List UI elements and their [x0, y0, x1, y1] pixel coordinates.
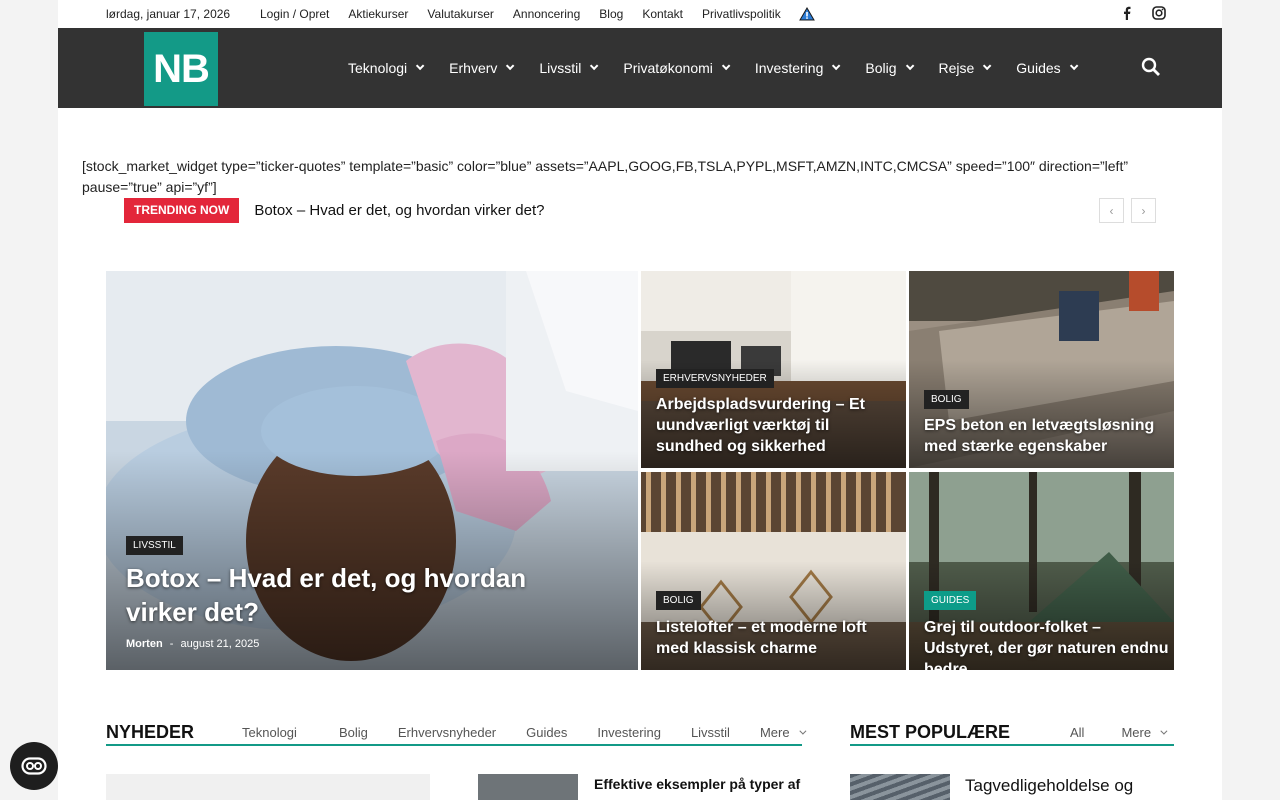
news-lead-image[interactable] [106, 774, 430, 800]
author-name[interactable]: Morten [126, 638, 163, 650]
facebook-icon[interactable] [1121, 6, 1133, 23]
trending-badge: TRENDING NOW [124, 198, 240, 223]
chevron-down-icon [905, 61, 914, 71]
news-heading: NYHEDER [106, 722, 195, 742]
featured-main-title[interactable]: Botox – Hvad er det, og hvordan virker d… [126, 561, 546, 629]
nav-erhverv[interactable]: Erhverv [449, 60, 515, 76]
news-more-dropdown[interactable]: Mere [759, 725, 807, 740]
tab-teknologi[interactable]: Teknologi [242, 725, 297, 740]
featured-tile-title[interactable]: EPS beton en letvægtsløsning med stærke … [924, 415, 1164, 457]
trending-next-button[interactable]: › [1131, 198, 1156, 223]
chevron-down-icon [983, 61, 992, 71]
tab-all[interactable]: All [1070, 725, 1084, 740]
meta-separator: - [169, 638, 174, 650]
article-meta: Morten - august 21, 2025 [126, 638, 259, 650]
featured-tile-4[interactable]: GUIDES Grej til outdoor-folket – Udstyre… [909, 472, 1174, 670]
category-badge[interactable]: LIVSSTIL [126, 536, 183, 555]
chevron-down-icon [506, 61, 515, 71]
nav-guides[interactable]: Guides [1016, 60, 1079, 76]
chevron-down-icon [1160, 727, 1168, 735]
nav-privatokonomi[interactable]: Privatøkonomi [623, 60, 731, 76]
kontakt-link[interactable]: Kontakt [642, 7, 683, 21]
site-logo[interactable]: NB [144, 32, 218, 106]
nav-label: Teknologi [348, 60, 408, 76]
login-link[interactable]: Login / Opret [260, 7, 329, 21]
featured-tile-3[interactable]: BOLIG Listelofter – et moderne loft med … [641, 472, 906, 670]
news-item-title[interactable]: Effektive eksempler på typer af [594, 776, 800, 792]
aktiekurser-link[interactable]: Aktiekurser [348, 7, 408, 21]
accessibility-icon [21, 757, 47, 775]
popular-item-title[interactable]: Tagvedligeholdelse og [965, 776, 1133, 796]
popular-section-header: MEST POPULÆRE All Mere [850, 722, 1174, 746]
popular-tabs: All Mere [1070, 725, 1168, 740]
chevron-down-icon [590, 61, 599, 71]
featured-tile-title[interactable]: Arbejdspladsvurdering – Et uundværligt v… [656, 394, 896, 457]
nav-label: Bolig [865, 60, 897, 76]
tab-investering[interactable]: Investering [597, 725, 661, 740]
current-date: lørdag, januar 17, 2026 [106, 7, 231, 21]
category-badge[interactable]: BOLIG [924, 390, 969, 409]
page: lørdag, januar 17, 2026 Login / Opret Ak… [58, 0, 1222, 800]
search-icon[interactable] [1140, 56, 1162, 78]
featured-tile-2[interactable]: BOLIG EPS beton en letvægtsløsning med s… [909, 271, 1174, 468]
tab-livsstil[interactable]: Livsstil [691, 725, 730, 740]
chevron-down-icon [832, 61, 841, 71]
tab-guides[interactable]: Guides [526, 725, 567, 740]
nav-label: Investering [754, 60, 824, 76]
tab-erhvervsnyheder[interactable]: Erhvervsnyheder [398, 725, 496, 740]
chevron-down-icon [1069, 61, 1079, 71]
nav-livsstil[interactable]: Livsstil [539, 60, 599, 76]
nav-teknologi[interactable]: Teknologi [348, 60, 425, 76]
chevron-down-icon [416, 61, 425, 71]
featured-tile-title[interactable]: Grej til outdoor-folket – Udstyret, der … [924, 617, 1169, 670]
featured-tile-title[interactable]: Listelofter – et moderne loft med klassi… [656, 617, 896, 659]
trending-prev-button[interactable]: ‹ [1099, 198, 1124, 223]
news-tabs: Teknologi Bolig Erhvervsnyheder Guides I… [242, 725, 807, 740]
valutakurser-link[interactable]: Valutakurser [427, 7, 493, 21]
trending-title[interactable]: Botox – Hvad er det, og hvordan virker d… [254, 202, 544, 219]
nav-label: Livsstil [539, 60, 582, 76]
nav-label: Rejse [938, 60, 975, 76]
warning-icon [799, 7, 815, 21]
tab-bolig[interactable]: Bolig [339, 725, 368, 740]
article-date: august 21, 2025 [180, 638, 260, 650]
chevron-down-icon [798, 727, 807, 735]
category-badge[interactable]: BOLIG [656, 591, 701, 610]
annoncering-link[interactable]: Annoncering [513, 7, 580, 21]
featured-tile-1[interactable]: ERHVERVSNYHEDER Arbejdspladsvurdering – … [641, 271, 906, 468]
nav-rejse[interactable]: Rejse [938, 60, 992, 76]
accessibility-button[interactable] [10, 742, 58, 790]
nav-investering[interactable]: Investering [754, 60, 841, 76]
main-nav: Teknologi Erhverv Livsstil Privatøkonomi… [348, 28, 1103, 108]
news-section-header: NYHEDER Teknologi Bolig Erhvervsnyheder … [106, 722, 807, 746]
nav-label: Privatøkonomi [623, 60, 713, 76]
category-badge[interactable]: ERHVERVSNYHEDER [656, 369, 774, 388]
chevron-down-icon [721, 61, 731, 71]
trending-bar: TRENDING NOW Botox – Hvad er det, og hvo… [124, 198, 545, 223]
featured-main[interactable]: LIVSSTIL Botox – Hvad er det, og hvordan… [106, 271, 638, 670]
more-label: Mere [1121, 725, 1152, 740]
main-header: NB Teknologi Erhverv Livsstil Privatøkon… [58, 28, 1222, 108]
news-item-thumb[interactable] [478, 774, 578, 800]
popular-more-dropdown[interactable]: Mere [1121, 725, 1168, 740]
instagram-icon[interactable] [1152, 6, 1166, 23]
blog-link[interactable]: Blog [599, 7, 623, 21]
category-badge[interactable]: GUIDES [924, 591, 977, 610]
privatlivspolitik-link[interactable]: Privatlivspolitik [702, 7, 781, 21]
nav-label: Guides [1016, 60, 1061, 76]
top-links: Login / Opret Aktiekurser Valutakurser A… [260, 7, 800, 21]
top-bar: lørdag, januar 17, 2026 Login / Opret Ak… [58, 0, 1222, 28]
more-label: Mere [759, 725, 790, 740]
popular-item-thumb[interactable] [850, 774, 950, 800]
stock-widget-shortcode: [stock_market_widget type=”ticker-quotes… [82, 158, 1128, 195]
nav-bolig[interactable]: Bolig [865, 60, 914, 76]
nav-label: Erhverv [449, 60, 498, 76]
popular-heading: MEST POPULÆRE [850, 722, 1011, 742]
